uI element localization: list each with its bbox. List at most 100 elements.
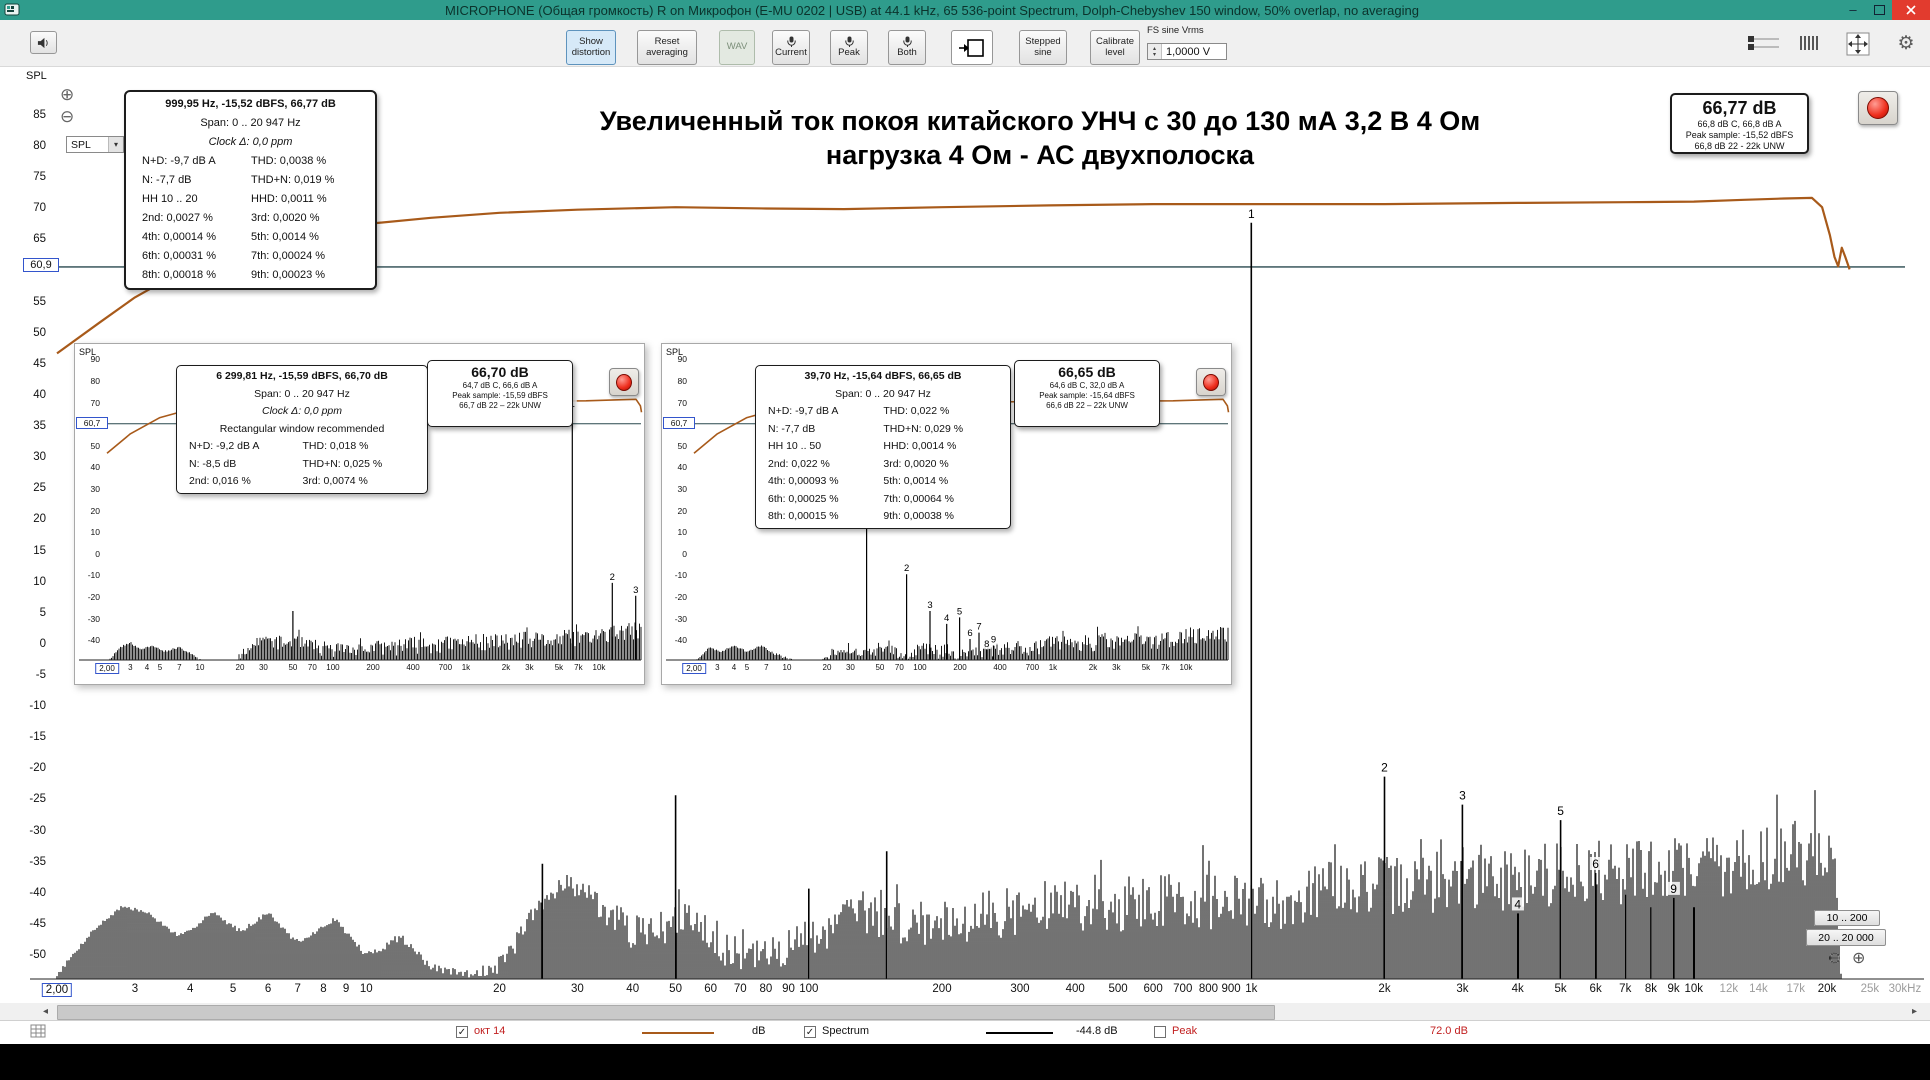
range-10-200-button[interactable]: 10 .. 200 xyxy=(1814,910,1880,926)
info-pair-right: 5th: 0,0014 % xyxy=(875,473,1010,491)
reset-averaging-button[interactable]: Reset averaging xyxy=(637,30,697,65)
info-line: Span: 0 .. 20 947 Hz xyxy=(126,114,375,133)
mic-icon xyxy=(903,36,912,47)
x-axis-tick-label: 4 xyxy=(732,663,736,672)
fs-sine-input[interactable]: ▴▾ 1,0000 V xyxy=(1147,43,1227,60)
x-zoom-out-button[interactable]: ⊖ xyxy=(1828,948,1841,968)
measurement-info-box: 39,70 Hz, -15,64 dBFS, 66,65 dBSpan: 0 .… xyxy=(755,365,1011,529)
x-axis-tick-label: 700 xyxy=(439,663,452,672)
scrollbar-thumb[interactable] xyxy=(57,1005,1275,1020)
calibrate-level-button[interactable]: Calibrate level xyxy=(1090,30,1140,65)
x-axis-tick-label: 10k xyxy=(1180,663,1193,672)
level-readout-box: 66,77 dB 66,8 dB C, 66,8 dB APeak sample… xyxy=(1670,93,1809,154)
x-axis-tick-label: 14k xyxy=(1749,983,1768,995)
info-pair-left: HH 10 .. 20 xyxy=(126,190,243,209)
maximize-icon xyxy=(1874,5,1885,15)
x-axis-tick-label: 60 xyxy=(704,983,717,995)
record-button[interactable] xyxy=(609,368,639,396)
info-pair-left: 8th: 0,00015 % xyxy=(756,508,875,526)
info-pair-row: N: -7,7 dBTHD+N: 0,029 % xyxy=(756,421,1010,439)
x-axis-tick-label: 5k xyxy=(1555,983,1567,995)
peak-button[interactable]: Peak xyxy=(830,30,868,65)
spinner-control[interactable]: ▴▾ xyxy=(1148,44,1162,59)
info-pair-right: HHD: 0,0014 % xyxy=(875,438,1010,456)
annotation-title: Увеличенный ток покоя китайского УНЧ с 3… xyxy=(470,104,1610,172)
app-icon xyxy=(4,2,24,18)
peak-hold-checkbox[interactable] xyxy=(1154,1026,1166,1038)
info-line: Clock Δ: 0,0 ppm xyxy=(126,133,375,152)
record-button[interactable] xyxy=(1196,368,1226,396)
octave-smoothing-checkbox[interactable]: ✓ xyxy=(456,1026,468,1038)
bottom-black-band xyxy=(0,1044,1930,1080)
info-pair-left: N+D: -9,7 dB A xyxy=(126,152,243,171)
info-pair-right: 3rd: 0,0020 % xyxy=(875,456,1010,474)
info-pair-right: THD: 0,0038 % xyxy=(243,152,375,171)
info-pair-left: 8th: 0,00018 % xyxy=(126,266,243,285)
titlebar: MICROPHONE (Общая громкость) R on Микроф… xyxy=(0,0,1930,20)
info-line: 6 299,81 Hz, -15,59 dBFS, 66,70 dB xyxy=(177,368,427,386)
window-title: MICROPHONE (Общая громкость) R on Микроф… xyxy=(24,3,1840,18)
x-axis-tick-label: 200 xyxy=(953,663,966,672)
both-button[interactable]: Both xyxy=(888,30,926,65)
fs-sine-value: 1,0000 V xyxy=(1162,46,1210,58)
minimize-button[interactable]: – xyxy=(1840,0,1866,20)
cursor-markers-button[interactable] xyxy=(1746,34,1782,52)
x-axis-tick-label: 100 xyxy=(799,983,818,995)
x-axis-tick-label: 4 xyxy=(187,983,193,995)
info-pair-right: 7th: 0,00024 % xyxy=(243,247,375,266)
x-axis-tick-label: 400 xyxy=(993,663,1006,672)
x-axis-tick-label: 10k xyxy=(1685,983,1704,995)
annotation-title-line2: нагрузка 4 Ом - АС двухполоска xyxy=(470,138,1610,172)
show-distortion-button[interactable]: Show distortion xyxy=(566,30,616,65)
x-axis-tick-label: 50 xyxy=(669,983,682,995)
scroll-left-button[interactable]: ◂ xyxy=(36,1003,55,1020)
x-axis-tick-label: 7k xyxy=(1619,983,1631,995)
scroll-right-button[interactable]: ▸ xyxy=(1905,1003,1924,1020)
info-pair-right: THD+N: 0,019 % xyxy=(243,171,375,190)
wav-button[interactable]: WAV xyxy=(719,30,755,65)
x-axis-tick-label: 4k xyxy=(1512,983,1524,995)
close-button[interactable] xyxy=(1892,0,1930,20)
x-axis-tick-label: 5k xyxy=(1142,663,1150,672)
x-axis-tick-label: 9 xyxy=(343,983,349,995)
info-line: Span: 0 .. 20 947 Hz xyxy=(756,386,1010,404)
app-window: MICROPHONE (Общая громкость) R on Микроф… xyxy=(0,0,1930,1080)
x-axis-tick-label: 3 xyxy=(715,663,719,672)
x-axis-tick-label: 700 xyxy=(1173,983,1192,995)
db-unit-label: dB xyxy=(752,1025,765,1037)
cursor-level-badge: 60,7 xyxy=(76,417,108,429)
stepped-sine-button[interactable]: Stepped sine xyxy=(1019,30,1067,65)
x-axis-tick-label: 600 xyxy=(1144,983,1163,995)
horizontal-scrollbar[interactable]: ◂ ▸ xyxy=(0,1003,1930,1020)
info-pair-left: N: -8,5 dB xyxy=(177,456,295,474)
annotation-title-line1: Увеличенный ток покоя китайского УНЧ с 3… xyxy=(470,104,1610,138)
settings-button[interactable]: ⚙ xyxy=(1893,30,1919,56)
pan-mode-button[interactable] xyxy=(1845,31,1871,57)
x-zoom-in-button[interactable]: ⊕ xyxy=(1852,948,1865,968)
range-20-20000-button[interactable]: 20 .. 20 000 xyxy=(1806,929,1886,946)
x-axis-tick-label: 30kHz xyxy=(1889,983,1922,995)
speaker-monitor-button[interactable] xyxy=(30,31,57,54)
maximize-button[interactable] xyxy=(1866,0,1892,20)
info-pair-row: 6th: 0,00025 %7th: 0,00064 % xyxy=(756,491,1010,509)
x-axis-tick-label: 400 xyxy=(1066,983,1085,995)
x-axis-tick-label: 8k xyxy=(1645,983,1657,995)
info-line: Span: 0 .. 20 947 Hz xyxy=(177,386,427,404)
x-axis-tick-label: 3k xyxy=(1112,663,1120,672)
info-line: Clock Δ: 0,0 ppm xyxy=(177,403,427,421)
x-axis-tick-label: 8 xyxy=(320,983,326,995)
x-axis-tick-label: 30 xyxy=(259,663,268,672)
info-pair-left: 6th: 0,00031 % xyxy=(126,247,243,266)
x-axis-tick-label: 50 xyxy=(875,663,884,672)
record-button[interactable] xyxy=(1858,91,1898,125)
bars-view-button[interactable] xyxy=(1798,33,1822,53)
signal-routing-button[interactable] xyxy=(951,30,993,65)
spin-down-icon[interactable]: ▾ xyxy=(1153,52,1156,58)
info-pair-row: N+D: -9,7 dB ATHD: 0,022 % xyxy=(756,403,1010,421)
both-label: Both xyxy=(897,48,917,59)
x-axis-tick-label: 17k xyxy=(1786,983,1805,995)
current-button[interactable]: Current xyxy=(772,30,810,65)
spectrum-checkbox[interactable]: ✓ xyxy=(804,1026,816,1038)
record-icon xyxy=(616,374,632,391)
octave-smoothing-label: окт 14 xyxy=(474,1025,505,1037)
